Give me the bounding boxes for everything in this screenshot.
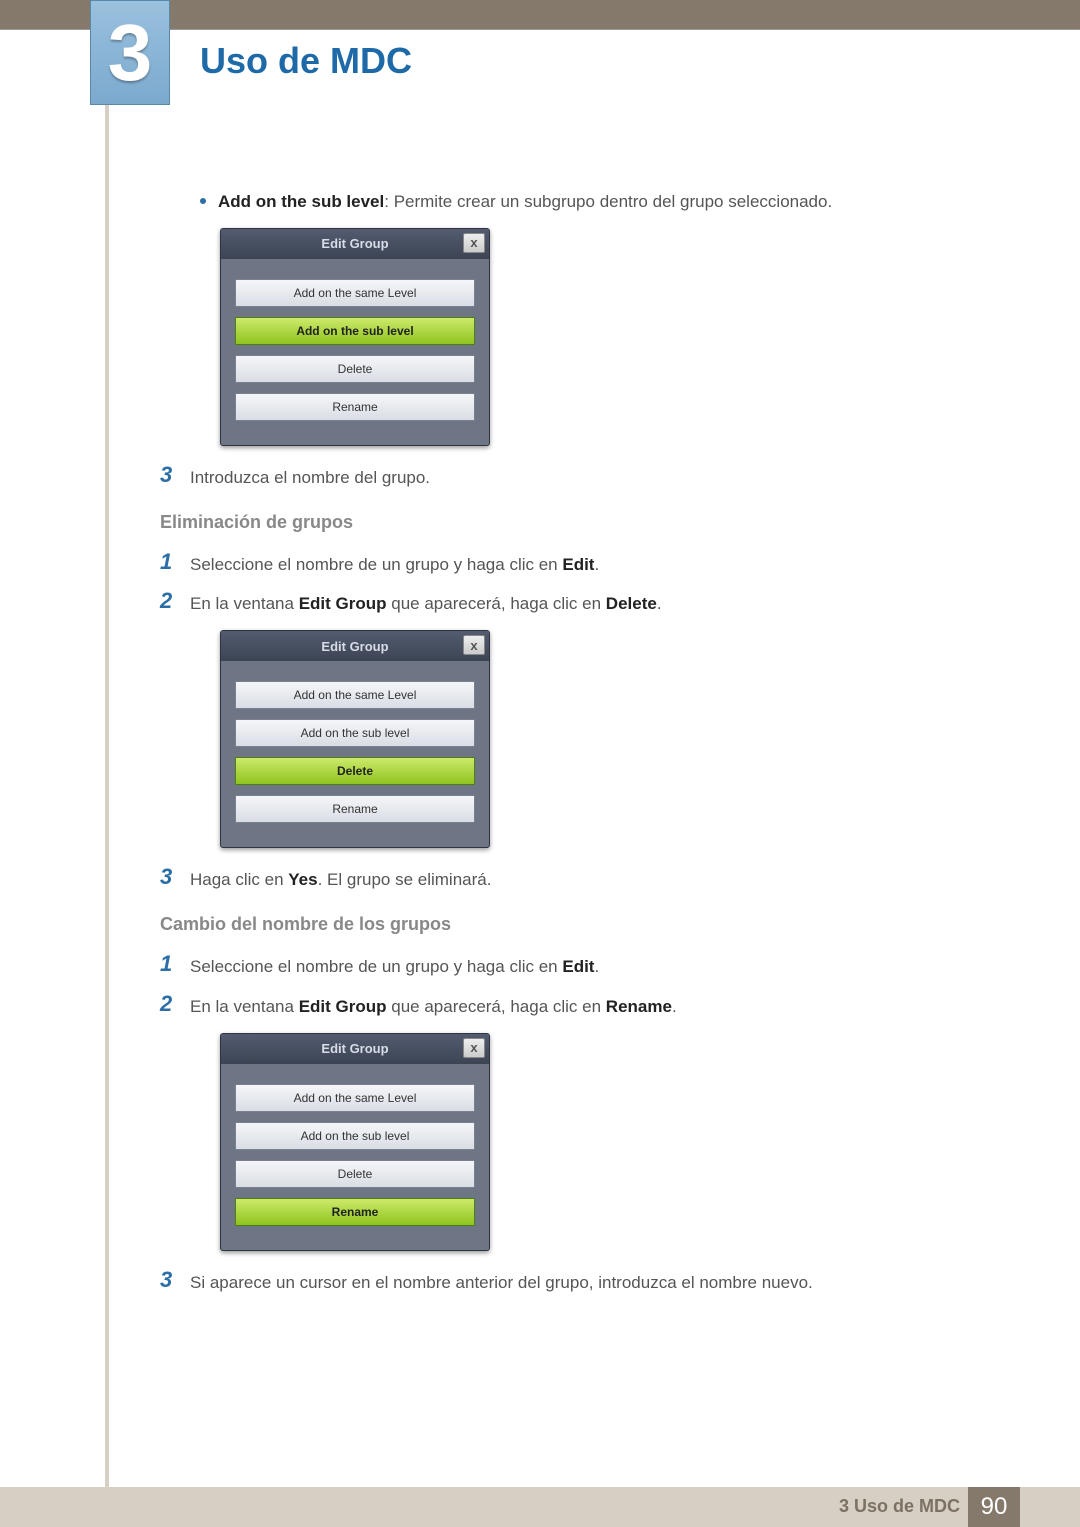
dialog-titlebar: Edit Group x [221, 631, 489, 661]
step-3-intro: 3 Introduzca el nombre del grupo. [160, 464, 1000, 490]
delete-step-2: 2 En la ventana Edit Group que aparecerá… [160, 590, 1000, 616]
add-same-level-button[interactable]: Add on the same Level [235, 681, 475, 709]
intro-bold: Add on the sub level [218, 192, 384, 211]
close-icon[interactable]: x [463, 635, 485, 655]
step-number: 1 [160, 953, 190, 975]
rename-button[interactable]: Rename [235, 795, 475, 823]
rename-section-heading: Cambio del nombre de los grupos [160, 914, 1000, 935]
chapter-number-badge: 3 [90, 0, 170, 105]
footer-page-number: 90 [968, 1487, 1020, 1527]
step-number: 2 [160, 993, 190, 1015]
bullet-icon [200, 198, 206, 204]
left-margin-strip [105, 0, 109, 1527]
step-number: 3 [160, 1269, 190, 1291]
step-text: En la ventana Edit Group que aparecerá, … [190, 590, 662, 616]
rename-step-2: 2 En la ventana Edit Group que aparecerá… [160, 993, 1000, 1019]
step-text: Introduzca el nombre del grupo. [190, 464, 430, 490]
delete-step-3: 3 Haga clic en Yes. El grupo se eliminar… [160, 866, 1000, 892]
chapter-title: Uso de MDC [200, 40, 412, 82]
edit-group-dialog-add: Edit Group x Add on the same Level Add o… [220, 228, 490, 446]
close-icon[interactable]: x [463, 233, 485, 253]
edit-group-dialog-rename: Edit Group x Add on the same Level Add o… [220, 1033, 490, 1251]
dialog-title: Edit Group [321, 1041, 388, 1056]
page-content: Add on the sub level: Permite crear un s… [160, 190, 1000, 1308]
intro-rest: : Permite crear un subgrupo dentro del g… [384, 192, 832, 211]
rename-button[interactable]: Rename [235, 393, 475, 421]
dialog-body: Add on the same Level Add on the sub lev… [221, 1064, 489, 1250]
add-same-level-button[interactable]: Add on the same Level [235, 1084, 475, 1112]
rename-step-1: 1 Seleccione el nombre de un grupo y hag… [160, 953, 1000, 979]
step-text: Seleccione el nombre de un grupo y haga … [190, 953, 599, 979]
delete-button[interactable]: Delete [235, 355, 475, 383]
footer-chapter-ref: 3 Uso de MDC [839, 1496, 960, 1517]
step-text: Si aparece un cursor en el nombre anteri… [190, 1269, 813, 1295]
intro-bullet: Add on the sub level: Permite crear un s… [200, 190, 1000, 214]
step-number: 2 [160, 590, 190, 612]
dialog-title: Edit Group [321, 236, 388, 251]
rename-button[interactable]: Rename [235, 1198, 475, 1226]
delete-button[interactable]: Delete [235, 1160, 475, 1188]
delete-step-1: 1 Seleccione el nombre de un grupo y hag… [160, 551, 1000, 577]
step-number: 3 [160, 866, 190, 888]
delete-section-heading: Eliminación de grupos [160, 512, 1000, 533]
chapter-number: 3 [108, 7, 153, 99]
add-same-level-button[interactable]: Add on the same Level [235, 279, 475, 307]
step-number: 1 [160, 551, 190, 573]
add-sub-level-button[interactable]: Add on the sub level [235, 317, 475, 345]
edit-group-dialog-delete: Edit Group x Add on the same Level Add o… [220, 630, 490, 848]
close-icon[interactable]: x [463, 1038, 485, 1058]
rename-step-3: 3 Si aparece un cursor en el nombre ante… [160, 1269, 1000, 1295]
step-number: 3 [160, 464, 190, 486]
step-text: Haga clic en Yes. El grupo se eliminará. [190, 866, 491, 892]
step-text: En la ventana Edit Group que aparecerá, … [190, 993, 677, 1019]
dialog-titlebar: Edit Group x [221, 1034, 489, 1064]
dialog-title: Edit Group [321, 639, 388, 654]
step-text: Seleccione el nombre de un grupo y haga … [190, 551, 599, 577]
dialog-body: Add on the same Level Add on the sub lev… [221, 259, 489, 445]
dialog-body: Add on the same Level Add on the sub lev… [221, 661, 489, 847]
dialog-titlebar: Edit Group x [221, 229, 489, 259]
add-sub-level-button[interactable]: Add on the sub level [235, 719, 475, 747]
delete-button[interactable]: Delete [235, 757, 475, 785]
intro-text: Add on the sub level: Permite crear un s… [218, 190, 832, 214]
add-sub-level-button[interactable]: Add on the sub level [235, 1122, 475, 1150]
